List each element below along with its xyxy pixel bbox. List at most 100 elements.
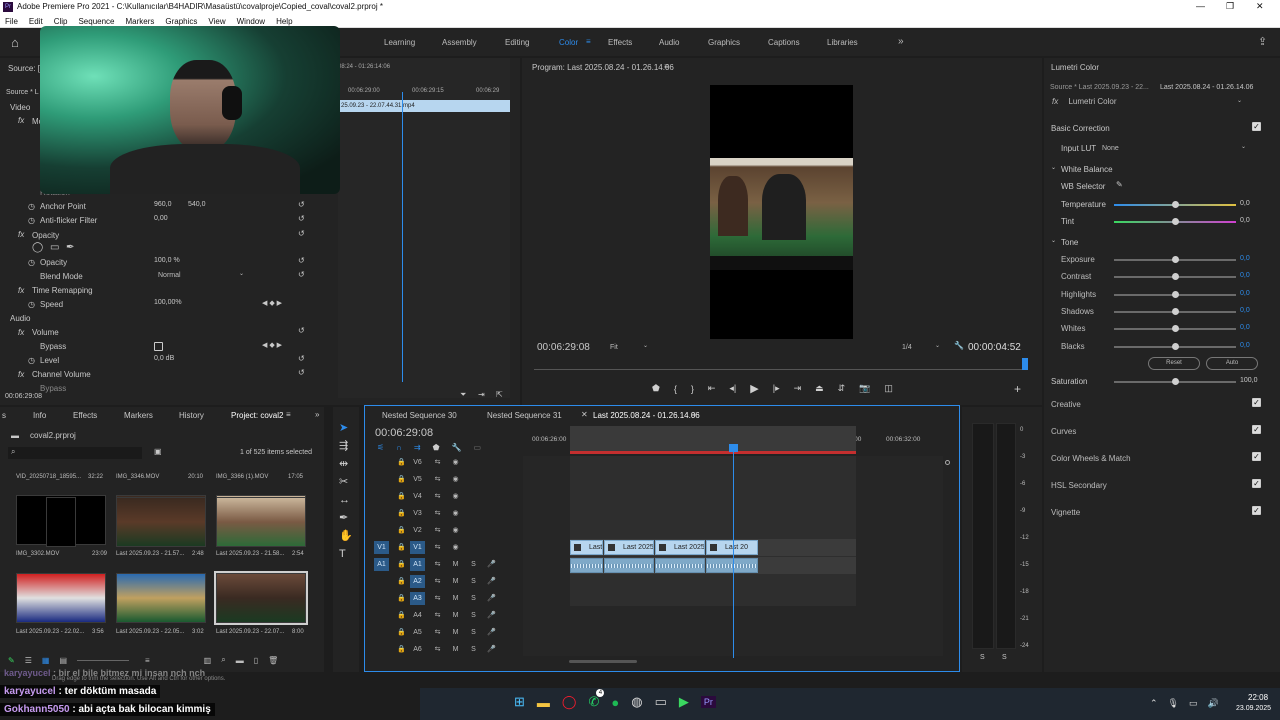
sync-lock-icon[interactable]: ⇆ bbox=[430, 473, 445, 486]
tab-nested-31[interactable]: Nested Sequence 31 bbox=[487, 411, 562, 420]
anchor-point-y[interactable]: 540,0 bbox=[188, 201, 206, 208]
reset-level-icon[interactable]: ↺ bbox=[298, 354, 305, 363]
marker-icon[interactable]: ⬟ bbox=[652, 383, 660, 394]
filter-icon[interactable]: ⏷ bbox=[460, 390, 466, 400]
menu-window[interactable]: Window bbox=[237, 17, 265, 26]
camera-icon[interactable]: 📷 bbox=[859, 383, 870, 394]
sync-lock-icon[interactable]: ⇆ bbox=[430, 456, 445, 469]
quality-select[interactable]: 1/4 ⌄ bbox=[902, 342, 942, 354]
lock-icon[interactable]: 🔒 bbox=[394, 558, 409, 571]
sort-icon[interactable]: ≡ bbox=[145, 656, 150, 665]
hand-tool-icon[interactable]: ✋ bbox=[339, 527, 353, 545]
microphone-icon[interactable]: 🎤 bbox=[484, 609, 499, 622]
spotify-icon[interactable]: ● bbox=[611, 695, 619, 710]
type-tool-icon[interactable]: T bbox=[339, 545, 353, 563]
close-tab-icon[interactable]: ✕ bbox=[581, 410, 588, 419]
playhead-head[interactable] bbox=[729, 444, 738, 452]
pen-mask-icon[interactable]: ✒ bbox=[66, 242, 74, 253]
project-item-thumbnail[interactable] bbox=[214, 571, 308, 625]
blend-mode-select[interactable]: Normal ⌄ bbox=[158, 270, 246, 280]
mark-out-icon[interactable]: } bbox=[691, 384, 694, 394]
share-icon[interactable]: ⇪ bbox=[1258, 35, 1267, 48]
lumetri-section-label[interactable]: Vignette bbox=[1051, 508, 1080, 517]
camtasia-icon[interactable]: ▶ bbox=[679, 694, 689, 710]
menu-file[interactable]: File bbox=[5, 17, 18, 26]
clock-time[interactable]: 22:08 bbox=[1248, 693, 1268, 702]
video-clip[interactable]: Last 2025 bbox=[655, 540, 705, 555]
track-name[interactable]: A5 bbox=[410, 626, 425, 639]
track-select-tool-icon[interactable]: ⇶ bbox=[339, 437, 353, 455]
reset-flicker-icon[interactable]: ↺ bbox=[298, 214, 305, 223]
level-value[interactable]: 0,0 dB bbox=[154, 355, 174, 362]
tint-knob[interactable] bbox=[1171, 218, 1179, 225]
microphone-icon[interactable]: 🎤 bbox=[484, 558, 499, 571]
tray-chevron-icon[interactable]: ⌃ bbox=[1150, 698, 1158, 709]
timeline-h-scrollbar[interactable] bbox=[569, 660, 637, 663]
premiere-taskbar-icon[interactable]: Pr bbox=[700, 696, 716, 708]
tab-active-sequence[interactable]: Last 2025.08.24 - 01.26.14.06 bbox=[593, 411, 700, 420]
file-explorer-icon[interactable]: ▬ bbox=[537, 695, 550, 710]
lumetri-source[interactable]: Source * Last 2025.09.23 - 22... bbox=[1050, 84, 1149, 91]
effect-controls-timecode[interactable]: 00:06:29:08 bbox=[5, 393, 42, 400]
minimize-button[interactable]: — bbox=[1196, 1, 1205, 11]
track-name[interactable]: V5 bbox=[410, 473, 425, 486]
source-patch-a1[interactable]: A1 bbox=[374, 558, 389, 571]
reset-opacity-value-icon[interactable]: ↺ bbox=[298, 256, 305, 265]
tab-learning[interactable]: Learning bbox=[384, 38, 415, 47]
keyframe-nav-icon[interactable]: ◀ ◆ ▶ bbox=[262, 299, 282, 307]
maximize-button[interactable]: ❐ bbox=[1226, 1, 1234, 12]
solo-button[interactable]: S bbox=[466, 558, 481, 571]
menu-clip[interactable]: Clip bbox=[54, 17, 68, 26]
reset-volume-icon[interactable]: ↺ bbox=[298, 326, 305, 335]
opera-icon[interactable]: ◯ bbox=[562, 694, 577, 710]
lock-icon[interactable]: 🔒 bbox=[394, 575, 409, 588]
auto-button[interactable]: Auto bbox=[1206, 357, 1258, 370]
linked-selection-icon[interactable]: ⇉ bbox=[414, 443, 421, 452]
microphone-icon[interactable]: 🎤 bbox=[484, 575, 499, 588]
basic-correction-label[interactable]: Basic Correction bbox=[1051, 124, 1110, 133]
play-clip-icon[interactable]: ⇥ bbox=[478, 390, 485, 399]
eye-icon[interactable]: ◉ bbox=[448, 473, 463, 486]
keyframe-nav-icon[interactable]: ◀ ◆ ▶ bbox=[262, 341, 282, 349]
chrome-icon[interactable]: ◍ bbox=[631, 694, 642, 710]
snap-icon[interactable]: ∩ bbox=[396, 443, 402, 452]
saturation-slider[interactable] bbox=[1114, 378, 1236, 385]
eye-icon[interactable]: ◉ bbox=[448, 456, 463, 469]
mute-button[interactable]: M bbox=[448, 592, 463, 605]
reset-blend-icon[interactable]: ↺ bbox=[298, 270, 305, 279]
automate-icon[interactable]: ▥ bbox=[204, 656, 212, 665]
tone-slider[interactable] bbox=[1114, 325, 1236, 333]
track-name[interactable]: A6 bbox=[410, 643, 425, 656]
tone-knob[interactable] bbox=[1171, 273, 1179, 281]
anti-flicker-value[interactable]: 0,00 bbox=[154, 215, 168, 222]
sync-lock-icon[interactable]: ⇆ bbox=[430, 524, 445, 537]
stopwatch-icon[interactable]: ◷ bbox=[28, 300, 35, 309]
tone-slider[interactable] bbox=[1114, 290, 1236, 298]
lumetri-section-label[interactable]: Creative bbox=[1051, 400, 1081, 409]
tone-value[interactable]: 0,0 bbox=[1240, 324, 1250, 331]
sync-lock-icon[interactable]: ⇆ bbox=[430, 643, 445, 656]
tab-color[interactable]: Color bbox=[559, 38, 578, 47]
tint-value[interactable]: 0,0 bbox=[1240, 217, 1250, 224]
track-name[interactable]: A1 bbox=[410, 558, 425, 571]
work-area-bar[interactable] bbox=[570, 426, 856, 452]
source-patch-v1[interactable]: V1 bbox=[374, 541, 389, 554]
timeline-menu-icon[interactable]: ≡ bbox=[691, 410, 696, 419]
new-item-icon[interactable]: ▯ bbox=[254, 656, 258, 665]
clock-date[interactable]: 23.09.2025 bbox=[1236, 705, 1271, 712]
tab-nested-30[interactable]: Nested Sequence 30 bbox=[382, 411, 457, 420]
pen-tool-icon[interactable]: ✒ bbox=[339, 509, 353, 527]
sync-lock-icon[interactable]: ⇆ bbox=[430, 507, 445, 520]
zoom-slider[interactable] bbox=[77, 659, 129, 661]
go-to-out-icon[interactable]: ⇥ bbox=[794, 383, 802, 394]
wrench-icon[interactable]: 🔧 bbox=[954, 341, 964, 350]
ec-clip-bar[interactable]: 25.09.23 - 22.07.44.31.mp4 bbox=[338, 100, 510, 112]
eye-icon[interactable]: ◉ bbox=[448, 490, 463, 503]
slip-tool-icon[interactable]: ↔ bbox=[339, 491, 353, 509]
reset-opacity-icon[interactable]: ↺ bbox=[298, 229, 305, 238]
pencil-icon[interactable]: ✎ bbox=[8, 656, 15, 665]
program-title[interactable]: Program: Last 2025.08.24 - 01.26.14.06 bbox=[532, 63, 674, 72]
lumetri-effect-select[interactable]: fx Lumetri Color ⌄ bbox=[1052, 97, 1244, 108]
audio-clip[interactable] bbox=[706, 558, 758, 573]
temperature-knob[interactable] bbox=[1171, 201, 1179, 208]
